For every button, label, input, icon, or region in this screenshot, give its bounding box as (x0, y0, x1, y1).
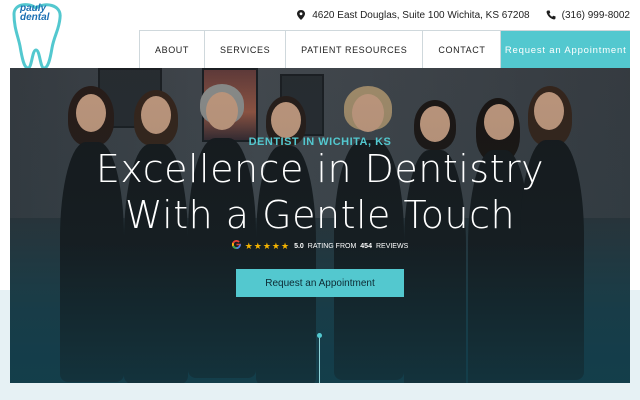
rating-text-mid: RATING FROM (307, 242, 357, 250)
nav-about[interactable]: ABOUT (139, 31, 204, 69)
scroll-indicator-dot[interactable] (317, 333, 322, 338)
hero-headline: Excellence in Dentistry With a Gentle To… (10, 146, 630, 238)
review-rating[interactable]: ★★★★★ 5.0 RATING FROM 454 REVIEWS (10, 239, 630, 252)
logo[interactable]: pauly dental (8, 0, 68, 70)
review-count: 454 (360, 242, 372, 250)
google-icon (231, 239, 241, 252)
hero-section: DENTIST IN WICHITA, KS Excellence in Den… (10, 68, 630, 383)
logo-line2: dental (20, 12, 50, 23)
nav-contact[interactable]: CONTACT (422, 31, 502, 69)
main-nav: ABOUT SERVICES PATIENT RESOURCES CONTACT… (139, 30, 630, 69)
hero-headline-line2: With a Gentle Touch (124, 193, 516, 237)
nav-request-appointment-button[interactable]: Request an Appointment (501, 31, 630, 69)
nav-services[interactable]: SERVICES (204, 31, 285, 69)
rating-score: 5.0 (294, 242, 304, 250)
map-pin-icon (297, 10, 306, 20)
hero-headline-line1: Excellence in Dentistry (95, 147, 545, 191)
phone-text: (316) 999-8002 (561, 9, 630, 21)
nav-patient-resources[interactable]: PATIENT RESOURCES (285, 31, 422, 69)
rating-text-end: REVIEWS (375, 242, 409, 250)
star-rating-icon: ★★★★★ (244, 240, 291, 251)
logo-text: pauly dental (20, 4, 50, 23)
hero-request-appointment-button[interactable]: Request an Appointment (236, 269, 404, 297)
phone-icon (546, 10, 556, 20)
phone-link[interactable]: (316) 999-8002 (546, 10, 630, 21)
scroll-indicator-line (319, 335, 320, 383)
address-text: 4620 East Douglas, Suite 100 Wichita, KS… (312, 9, 530, 21)
address-link[interactable]: 4620 East Douglas, Suite 100 Wichita, KS… (296, 9, 530, 21)
contact-bar: 4620 East Douglas, Suite 100 Wichita, KS… (296, 6, 630, 24)
page: pauly dental 4620 East Douglas, Suite 10… (0, 0, 640, 400)
